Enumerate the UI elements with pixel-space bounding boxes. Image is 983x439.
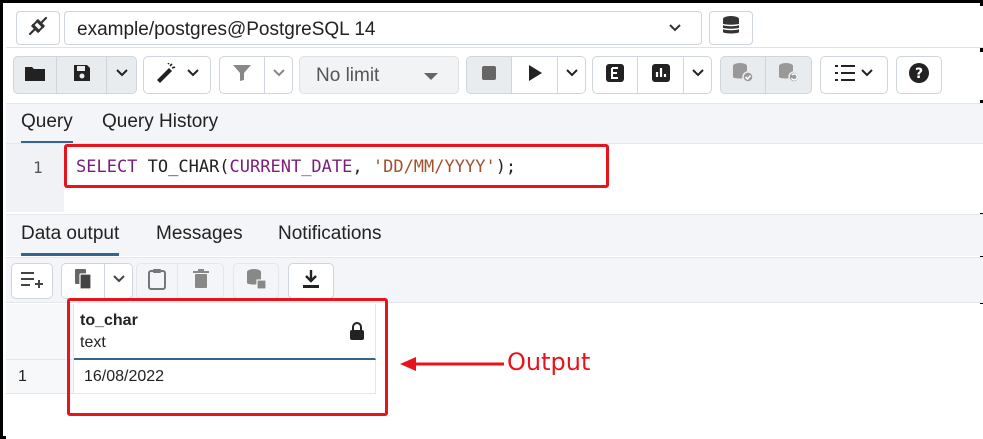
output-annotation-label: Output — [507, 348, 591, 376]
help-icon: ? — [908, 62, 930, 89]
execute-button[interactable] — [512, 56, 558, 94]
paste-button[interactable] — [136, 263, 178, 299]
tab-query-history[interactable]: Query History — [102, 111, 218, 133]
connection-bar: example/postgres@PostgreSQL 14 — [6, 6, 983, 48]
chevron-down-icon — [186, 66, 200, 84]
chevron-down-icon — [272, 66, 286, 84]
commit-icon — [731, 62, 755, 89]
new-connection-button[interactable] — [709, 11, 753, 45]
folder-icon — [24, 64, 46, 87]
row-limit-select[interactable]: No limit — [299, 56, 459, 94]
edit-icon — [154, 61, 180, 88]
clipboard-icon — [148, 268, 166, 295]
grid-corner — [6, 304, 74, 360]
editor-gutter: 1 — [6, 144, 64, 212]
connection-plug-icon — [26, 14, 50, 43]
caret-down-icon — [424, 73, 438, 80]
chevron-down-icon — [112, 272, 126, 290]
arrow-left-icon — [400, 357, 504, 371]
row-limit-label: No limit — [316, 65, 380, 86]
save-data-icon — [245, 268, 267, 295]
download-icon — [302, 269, 320, 294]
add-row-button[interactable] — [11, 263, 53, 299]
filter-dropdown-button[interactable] — [265, 56, 293, 94]
database-icon — [721, 15, 741, 42]
grid-toolbar — [6, 257, 983, 303]
open-file-button[interactable] — [13, 56, 57, 94]
macros-icon — [834, 64, 856, 87]
query-highlight-box — [64, 144, 609, 188]
svg-text:?: ? — [915, 66, 923, 82]
save-dropdown-button[interactable] — [107, 56, 137, 94]
tab-notifications[interactable]: Notifications — [278, 223, 382, 245]
explain-analyze-button[interactable] — [638, 56, 684, 94]
explain-icon — [605, 63, 625, 88]
row-number-label: 1 — [18, 368, 27, 385]
explain-dropdown-button[interactable] — [684, 56, 712, 94]
edit-button[interactable] — [143, 56, 211, 94]
line-number: 1 — [33, 158, 43, 177]
macros-button[interactable] — [820, 56, 888, 94]
rollback-button[interactable] — [766, 56, 812, 94]
query-toolbar: No limit ? — [6, 52, 983, 100]
help-button[interactable]: ? — [896, 56, 942, 94]
execute-dropdown-button[interactable] — [558, 56, 586, 94]
play-icon — [527, 64, 543, 87]
tab-data-output[interactable]: Data output — [21, 223, 120, 256]
chevron-down-icon — [115, 66, 129, 84]
chevron-down-icon — [860, 66, 874, 84]
query-tabs: Query Query History — [6, 103, 983, 144]
tab-query[interactable]: Query — [21, 111, 73, 144]
stop-button[interactable] — [466, 56, 512, 94]
save-data-button[interactable] — [233, 263, 279, 299]
output-highlight-box — [67, 298, 388, 416]
trash-icon — [192, 268, 209, 294]
download-button[interactable] — [288, 263, 334, 299]
filter-button[interactable] — [219, 56, 265, 94]
commit-button[interactable] — [720, 56, 766, 94]
output-tabs: Data output Messages Notifications — [6, 214, 983, 256]
rollback-icon — [777, 62, 801, 89]
chart-icon — [651, 63, 671, 88]
save-icon — [72, 63, 92, 88]
row-number[interactable]: 1 — [6, 360, 74, 394]
copy-button[interactable] — [61, 263, 105, 299]
tab-messages[interactable]: Messages — [156, 223, 243, 245]
filter-icon — [232, 64, 252, 87]
save-button[interactable] — [57, 56, 107, 94]
connection-select[interactable]: example/postgres@PostgreSQL 14 — [64, 11, 702, 45]
chevron-down-icon — [565, 66, 579, 84]
chevron-down-icon — [691, 66, 705, 84]
stop-icon — [481, 65, 497, 86]
copy-icon — [74, 268, 92, 295]
delete-button[interactable] — [178, 263, 224, 299]
copy-dropdown-button[interactable] — [105, 263, 133, 299]
connection-label: example/postgres@PostgreSQL 14 — [77, 19, 376, 40]
add-row-icon — [20, 270, 44, 293]
connection-status-button[interactable] — [16, 11, 60, 45]
explain-button[interactable] — [592, 56, 638, 94]
chevron-down-icon — [667, 21, 683, 40]
